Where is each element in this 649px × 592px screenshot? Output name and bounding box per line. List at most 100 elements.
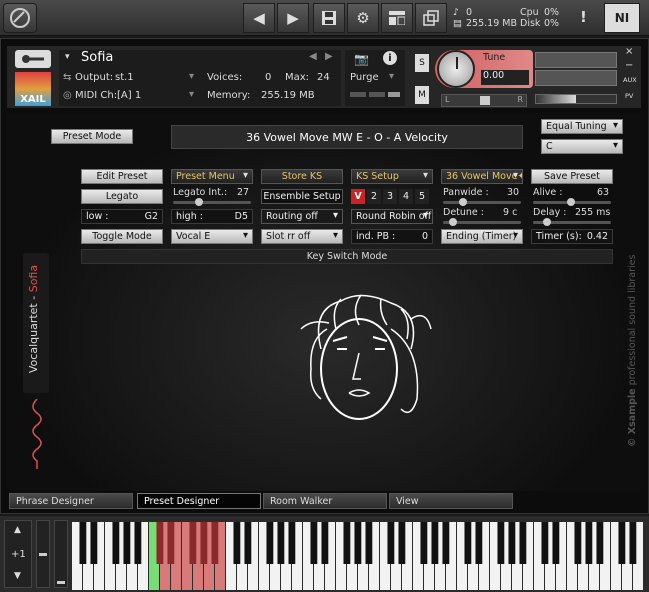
black-key[interactable]	[112, 522, 120, 564]
black-key[interactable]	[288, 522, 296, 564]
ni-logo[interactable]: NI	[604, 3, 640, 33]
high-field[interactable]: high : D5	[171, 209, 253, 224]
black-key[interactable]	[189, 522, 197, 564]
tab-view[interactable]: View	[389, 493, 513, 509]
output-chevron-icon[interactable]: ▾	[189, 71, 194, 82]
volume-slider[interactable]	[535, 94, 617, 104]
solo-button[interactable]: S	[415, 54, 429, 72]
mute-button[interactable]: M	[415, 86, 429, 104]
octave-up-icon[interactable]: ▲	[14, 525, 21, 535]
midi-chevron-icon[interactable]: ▾	[189, 89, 194, 100]
black-key[interactable]	[156, 522, 164, 564]
collapse-icon[interactable]: ▾	[65, 52, 70, 62]
black-key[interactable]	[233, 522, 241, 564]
ensemble-setup-button[interactable]: Ensemble Setup	[261, 189, 343, 204]
prev-instrument-icon[interactable]: ◀	[309, 51, 317, 62]
alive-slider[interactable]	[533, 198, 611, 206]
legato-int-slider[interactable]	[173, 198, 251, 206]
routing-dropdown[interactable]: Routing off	[261, 209, 343, 224]
next-instrument-icon[interactable]: ▶	[325, 51, 333, 62]
pv-button[interactable]: PV	[625, 92, 633, 100]
black-key[interactable]	[398, 522, 406, 564]
legato-button[interactable]: Legato	[81, 189, 163, 204]
store-ks-button[interactable]: Store KS	[261, 169, 343, 184]
ks-slot-3[interactable]: 3	[383, 189, 397, 204]
slider-handle[interactable]	[449, 218, 457, 226]
tune-knob[interactable]	[437, 50, 475, 88]
black-key[interactable]	[211, 522, 219, 564]
output-value[interactable]: st.1	[115, 72, 134, 83]
black-key[interactable]	[420, 522, 428, 564]
slider-handle[interactable]	[459, 198, 467, 206]
black-key[interactable]	[464, 522, 472, 564]
black-key[interactable]	[541, 522, 549, 564]
tab-room-walker[interactable]: Room Walker	[263, 493, 387, 509]
octave-down-icon[interactable]: ▼	[14, 571, 21, 581]
black-key[interactable]	[442, 522, 450, 564]
max-value[interactable]: 24	[317, 72, 330, 83]
black-key[interactable]	[123, 522, 131, 564]
aux-button[interactable]: AUX	[623, 76, 637, 84]
ks-slot-4[interactable]: 4	[399, 189, 413, 204]
panwide-slider[interactable]	[443, 198, 521, 206]
save-preset-button[interactable]: Save Preset	[531, 169, 613, 184]
octave-shift[interactable]: ▲ +1 ▼	[4, 520, 32, 588]
black-key[interactable]	[277, 522, 285, 564]
next-button[interactable]: ▶	[277, 3, 309, 33]
black-key[interactable]	[387, 522, 395, 564]
ks-setup-dropdown[interactable]: KS Setup	[351, 169, 433, 184]
preset-mode-button[interactable]: Preset Mode	[51, 129, 133, 144]
black-key[interactable]	[365, 522, 373, 564]
alert-icon[interactable]: !	[580, 8, 587, 26]
black-key[interactable]	[343, 522, 351, 564]
layout-icon[interactable]	[381, 3, 413, 33]
tab-phrase-designer[interactable]: Phrase Designer	[9, 493, 133, 509]
ind-pb-field[interactable]: ind. PB : 0	[351, 229, 433, 244]
ks-slot-5[interactable]: 5	[415, 189, 429, 204]
close-icon[interactable]: ×	[625, 46, 633, 57]
black-key[interactable]	[552, 522, 560, 564]
vowel-move-dropdown[interactable]: 36 Vowel Move✦!!	[441, 169, 523, 184]
delay-slider[interactable]	[533, 218, 611, 226]
black-key[interactable]	[266, 522, 274, 564]
detune-slider[interactable]	[443, 218, 521, 226]
black-key[interactable]	[134, 522, 142, 564]
slot-rr-dropdown[interactable]: Slot rr off	[261, 229, 343, 244]
tab-preset-designer[interactable]: Preset Designer	[137, 493, 261, 509]
black-key[interactable]	[200, 522, 208, 564]
black-key[interactable]	[629, 522, 637, 564]
save-icon[interactable]	[313, 3, 345, 33]
black-key[interactable]	[90, 522, 98, 564]
black-key[interactable]	[167, 522, 175, 564]
black-key[interactable]	[497, 522, 505, 564]
black-key[interactable]	[310, 522, 318, 564]
black-key[interactable]	[431, 522, 439, 564]
key-dropdown[interactable]: C	[541, 139, 623, 154]
preset-menu-dropdown[interactable]: Preset Menu	[171, 169, 253, 184]
mod-wheel[interactable]	[54, 520, 68, 588]
black-key[interactable]	[321, 522, 329, 564]
black-key[interactable]	[585, 522, 593, 564]
slider-handle[interactable]	[567, 198, 575, 206]
black-key[interactable]	[618, 522, 626, 564]
ks-slot-2[interactable]: 2	[367, 189, 381, 204]
black-key[interactable]	[354, 522, 362, 564]
slider-handle[interactable]	[195, 198, 203, 206]
slider-handle[interactable]	[543, 218, 551, 226]
vocal-dropdown[interactable]: Vocal E	[171, 229, 253, 244]
round-robin-dropdown[interactable]: Round Robin off	[351, 209, 433, 224]
black-key[interactable]	[79, 522, 87, 564]
gear-icon[interactable]: ⚙	[347, 3, 379, 33]
black-key[interactable]	[519, 522, 527, 564]
ks-slot-1[interactable]: V	[351, 189, 365, 204]
info-icon[interactable]: i	[383, 51, 397, 65]
prev-button[interactable]: ◀	[243, 3, 275, 33]
ending-dropdown[interactable]: Ending (Timer)	[441, 229, 523, 244]
kontakt-logo-icon[interactable]	[3, 3, 37, 33]
timer-field[interactable]: Timer (s): 0.42	[531, 229, 613, 244]
edit-preset-button[interactable]: Edit Preset	[81, 169, 163, 184]
toggle-mode-button[interactable]: Toggle Mode	[81, 229, 163, 244]
pan-handle[interactable]	[480, 96, 490, 105]
key-switch-mode-bar[interactable]: Key Switch Mode	[81, 249, 613, 264]
minimize-icon[interactable]: −	[625, 60, 633, 71]
